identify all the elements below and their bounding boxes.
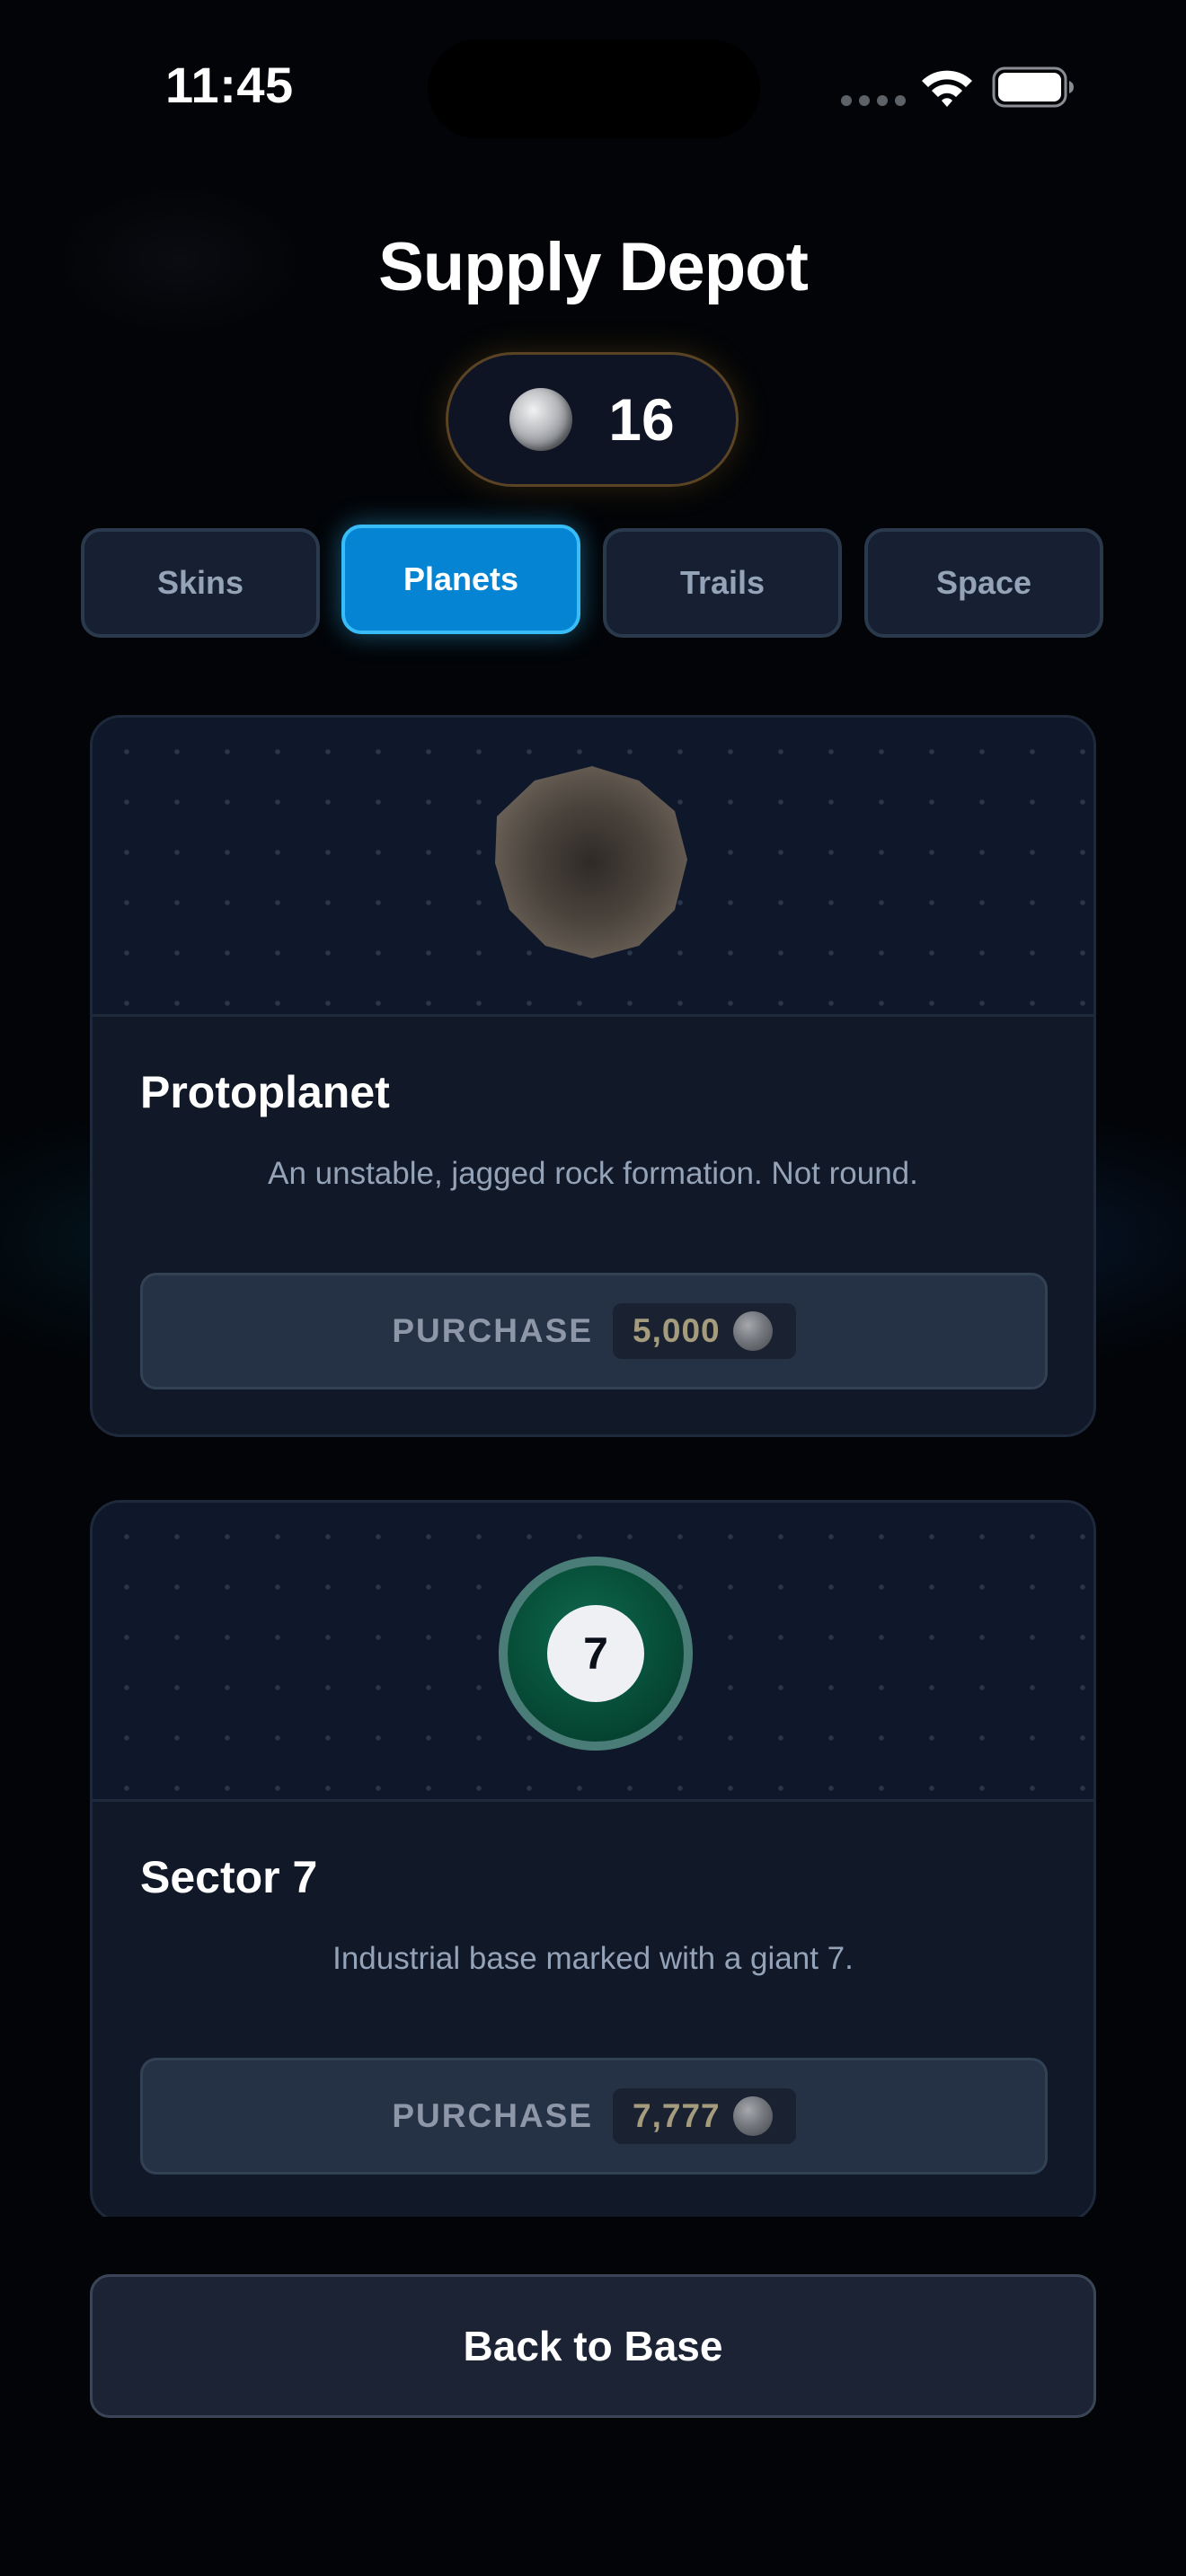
wifi-icon <box>922 70 972 107</box>
balance-value: 16 <box>608 386 675 453</box>
protoplanet-icon <box>495 766 687 958</box>
item-preview <box>93 718 1093 1017</box>
item-card-protoplanet: Protoplanet An unstable, jagged rock for… <box>90 715 1096 1437</box>
sector7-planet-icon: 7 <box>499 1557 693 1751</box>
coin-icon <box>509 388 573 451</box>
price-tag: 7,777 <box>613 2088 796 2144</box>
purchase-button[interactable]: PURCHASE 5,000 <box>140 1273 1048 1389</box>
purchase-button[interactable]: PURCHASE 7,777 <box>140 2058 1048 2175</box>
tab-skins[interactable]: Skins <box>81 528 320 638</box>
price-value: 7,777 <box>633 2097 721 2134</box>
price-tag: 5,000 <box>613 1303 796 1359</box>
back-to-base-button[interactable]: Back to Base <box>90 2274 1096 2418</box>
item-description: Industrial base marked with a giant 7. <box>332 1941 854 1976</box>
coin-balance: 16 <box>446 352 739 487</box>
dynamic-island <box>428 40 760 138</box>
item-list[interactable]: Protoplanet An unstable, jagged rock for… <box>90 715 1096 2217</box>
tab-trails[interactable]: Trails <box>603 528 842 638</box>
planet-badge: 7 <box>547 1605 644 1702</box>
status-time: 11:45 <box>165 57 294 113</box>
coin-icon <box>732 1311 773 1351</box>
item-description: An unstable, jagged rock formation. Not … <box>268 1156 918 1191</box>
purchase-label: PURCHASE <box>392 2097 594 2134</box>
page-title: Supply Depot <box>378 229 809 305</box>
battery-icon <box>992 66 1074 108</box>
price-value: 5,000 <box>633 1312 721 1349</box>
tab-planets[interactable]: Planets <box>341 525 580 634</box>
item-card-sector-7: 7 Sector 7 Industrial base marked with a… <box>90 1500 1096 2217</box>
purchase-label: PURCHASE <box>392 1312 594 1349</box>
coin-icon <box>732 2096 773 2136</box>
item-name: Protoplanet <box>140 1067 390 1117</box>
cellular-signal-icon <box>841 95 906 106</box>
item-name: Sector 7 <box>140 1852 318 1902</box>
tab-space[interactable]: Space <box>864 528 1103 638</box>
item-preview: 7 <box>93 1503 1093 1802</box>
